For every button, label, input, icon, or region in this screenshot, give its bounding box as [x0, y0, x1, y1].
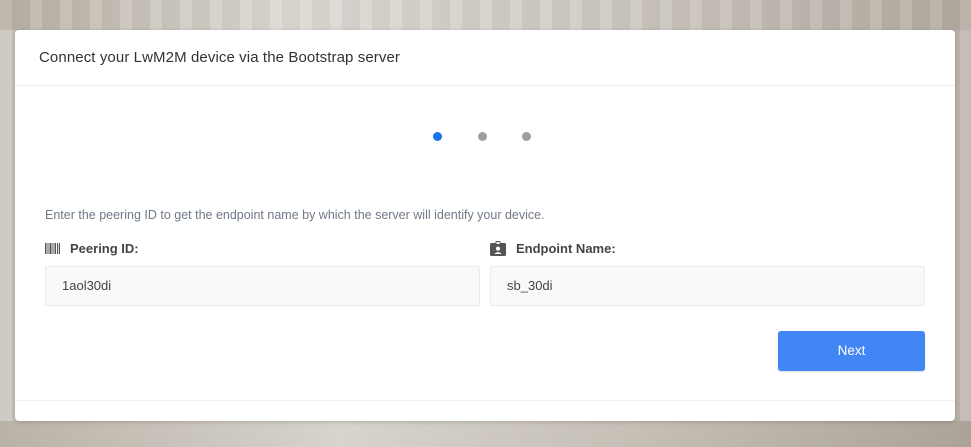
peering-id-field[interactable]: 1aol30di	[45, 266, 480, 306]
endpoint-name-label-text: Endpoint Name:	[516, 241, 616, 256]
peering-id-label: Peering ID:	[45, 241, 139, 256]
peering-id-label-text: Peering ID:	[70, 241, 139, 256]
modal-title: Connect your LwM2M device via the Bootst…	[39, 49, 400, 66]
id-badge-icon	[490, 241, 506, 256]
modal-header: Connect your LwM2M device via the Bootst…	[15, 30, 955, 86]
form-description: Enter the peering ID to get the endpoint…	[45, 208, 545, 222]
modal-footer-divider	[15, 400, 955, 401]
next-button[interactable]: Next	[778, 331, 925, 371]
barcode-icon	[45, 243, 60, 254]
background-bottom	[0, 421, 971, 447]
endpoint-name-field[interactable]: sb_30di	[490, 266, 925, 306]
stepper	[15, 132, 955, 142]
step-dot-1[interactable]	[433, 132, 442, 141]
endpoint-name-label: Endpoint Name:	[490, 241, 616, 256]
step-dot-3[interactable]	[522, 132, 531, 141]
step-dot-2[interactable]	[478, 132, 487, 141]
connect-device-modal: Connect your LwM2M device via the Bootst…	[15, 30, 955, 421]
